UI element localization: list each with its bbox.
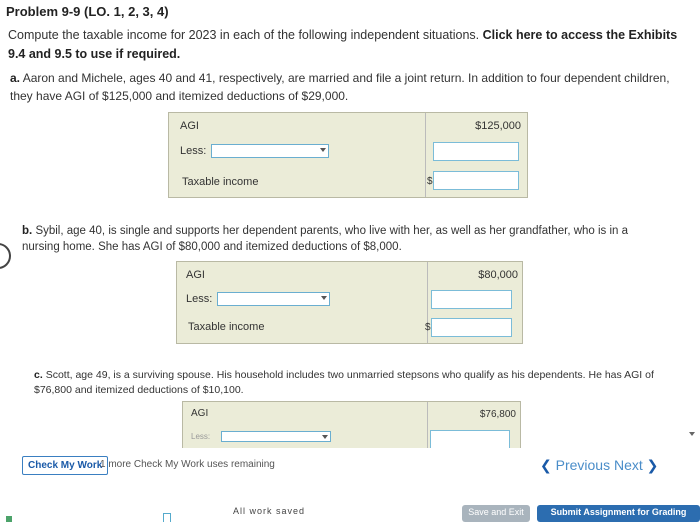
status-icon bbox=[6, 516, 12, 522]
problem-title: Problem 9-9 (LO. 1, 2, 3, 4) bbox=[6, 4, 169, 19]
check-remaining-text: 1 more Check My Work uses remaining bbox=[100, 459, 275, 470]
chevron-down-icon bbox=[321, 296, 327, 300]
part-c-description: Scott, age 49, is a surviving spouse. Hi… bbox=[34, 369, 654, 396]
part-b-prefix: b. bbox=[22, 225, 33, 237]
part-b-text: b. Sybil, age 40, is single and supports… bbox=[22, 223, 662, 255]
problem-intro: Compute the taxable income for 2023 in e… bbox=[8, 26, 693, 64]
intro-text: Compute the taxable income for 2023 in e… bbox=[8, 28, 483, 42]
part-b-deduction-input[interactable] bbox=[431, 290, 512, 309]
part-a-agi-value: $125,000 bbox=[475, 120, 521, 132]
chevron-down-icon bbox=[322, 435, 328, 439]
all-work-saved-text: All work saved bbox=[233, 506, 306, 516]
part-b-description: Sybil, age 40, is single and supports he… bbox=[22, 225, 629, 253]
pagination-nav: ❮ Previous Next ❯ bbox=[540, 457, 658, 474]
page-icon bbox=[163, 513, 171, 522]
save-and-exit-button[interactable]: Save and Exit bbox=[462, 505, 530, 522]
part-b-agi-label: AGI bbox=[186, 269, 205, 281]
side-circle-icon bbox=[0, 243, 11, 269]
panel-divider bbox=[427, 402, 428, 449]
part-b-taxable-label: Taxable income bbox=[188, 321, 265, 333]
part-a-description: Aaron and Michele, ages 40 and 41, respe… bbox=[10, 71, 670, 103]
scroll-down-icon[interactable] bbox=[689, 432, 695, 436]
submit-assignment-button[interactable]: Submit Assignment for Grading bbox=[537, 505, 700, 522]
part-c-panel: AGI $76,800 Less: bbox=[182, 401, 521, 450]
part-c-text: c. Scott, age 49, is a surviving spouse.… bbox=[34, 368, 674, 398]
part-a-less-label: Less: bbox=[180, 145, 207, 157]
part-a-taxable-label: Taxable income bbox=[182, 176, 259, 188]
part-a-agi-label: AGI bbox=[180, 120, 199, 132]
part-b-agi-value: $80,000 bbox=[478, 269, 518, 281]
part-b-less-label: Less: bbox=[186, 293, 213, 305]
part-a-dollar-sign: $ bbox=[427, 176, 433, 187]
part-b-dollar-sign: $ bbox=[425, 322, 431, 333]
part-b-panel: AGI $80,000 Less: Taxable income $ bbox=[176, 261, 523, 344]
chevron-right-icon[interactable]: ❯ bbox=[647, 457, 659, 473]
part-c-less-label: Less: bbox=[191, 432, 211, 441]
part-c-prefix: c. bbox=[34, 369, 43, 381]
chevron-down-icon bbox=[320, 148, 326, 152]
part-a-prefix: a. bbox=[10, 71, 21, 85]
chevron-left-icon[interactable]: ❮ bbox=[540, 457, 552, 473]
part-c-agi-label: AGI bbox=[191, 408, 209, 419]
part-a-text: a. Aaron and Michele, ages 40 and 41, re… bbox=[10, 69, 690, 105]
part-c-less-select[interactable] bbox=[221, 431, 331, 442]
part-a-taxable-input[interactable] bbox=[433, 171, 519, 190]
part-b-less-select[interactable] bbox=[217, 292, 330, 306]
next-link[interactable]: Next bbox=[614, 457, 643, 473]
panel-divider bbox=[425, 113, 426, 197]
part-a-panel: AGI $125,000 Less: Taxable income $ bbox=[168, 112, 528, 198]
previous-link[interactable]: Previous bbox=[556, 457, 610, 473]
part-a-less-select[interactable] bbox=[211, 144, 329, 158]
part-a-deduction-input[interactable] bbox=[433, 142, 519, 161]
part-c-agi-value: $76,800 bbox=[479, 409, 516, 420]
part-b-taxable-input[interactable] bbox=[431, 318, 512, 337]
part-c-deduction-input[interactable] bbox=[430, 430, 510, 450]
check-my-work-button[interactable]: Check My Work bbox=[22, 456, 109, 475]
